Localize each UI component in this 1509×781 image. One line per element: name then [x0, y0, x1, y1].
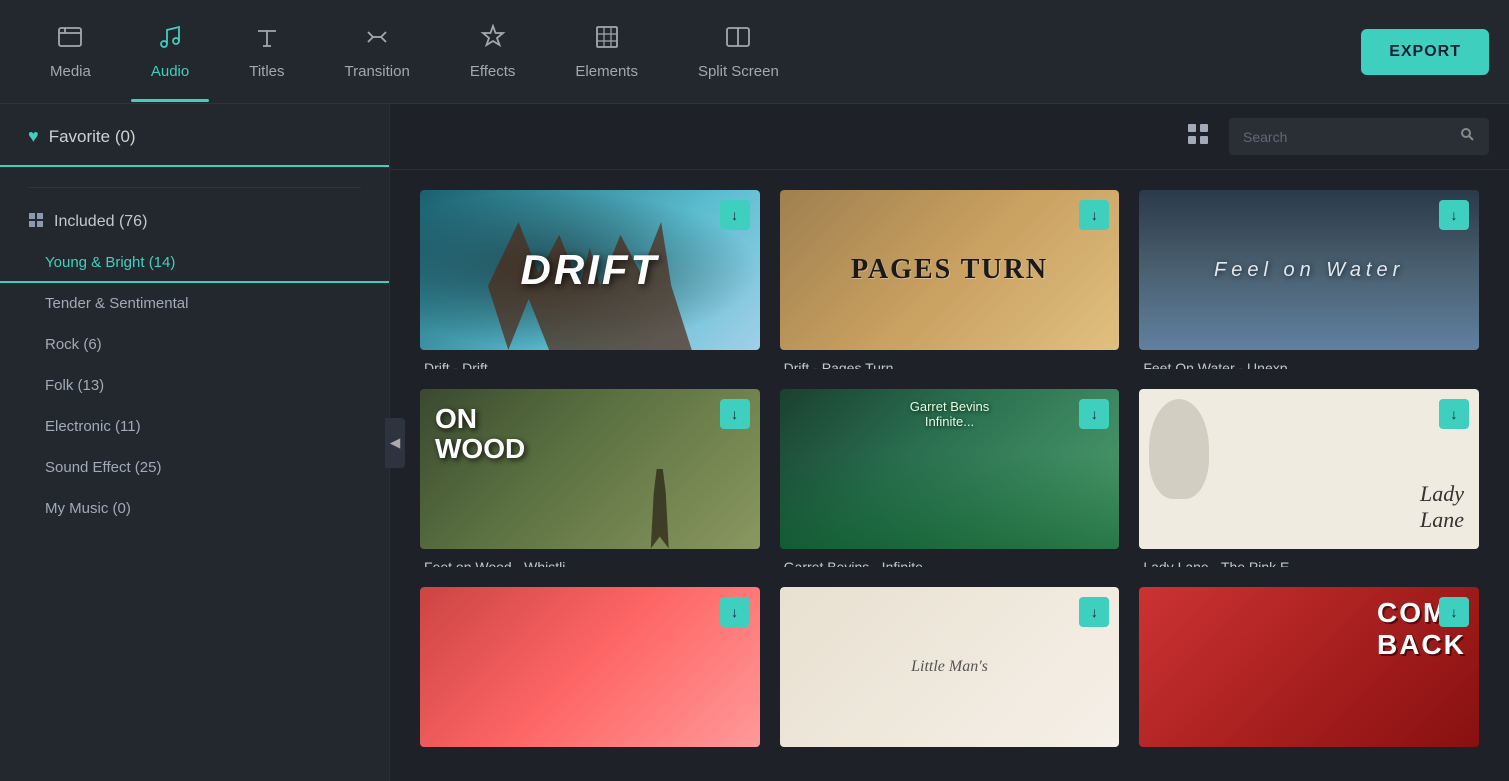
media-card-row3a[interactable]: ↓ — [420, 587, 760, 761]
on-wood-overlay-text: ONWOOD — [435, 404, 525, 466]
nav-label-splitscreen: Split Screen — [698, 63, 779, 80]
media-card-on-wood[interactable]: ONWOOD ↓ Feet on Wood - Whistli... — [420, 389, 760, 568]
download-badge-lady[interactable]: ↓ — [1439, 399, 1469, 429]
media-card-row3c[interactable]: COMEBACK ↓ — [1139, 587, 1479, 761]
drift-overlay-text: DRIFT — [420, 190, 760, 350]
lady-overlay-text: LadyLane — [1420, 481, 1464, 534]
grid-icon-sidebar — [28, 212, 44, 232]
nav-label-elements: Elements — [575, 63, 638, 80]
media-grid: DRIFT ↓ Drift - Drift PAGES TURN ↓ Drift… — [390, 170, 1509, 781]
card-title-feet-water: Feet On Water - Unexp... — [1139, 350, 1479, 369]
top-navigation: Media Audio Titles — [0, 0, 1509, 104]
download-badge-row3a[interactable]: ↓ — [720, 597, 750, 627]
effects-icon — [480, 24, 506, 55]
media-card-lady[interactable]: LadyLane ↓ Lady Lane - The Pink E... — [1139, 389, 1479, 568]
download-badge-garret[interactable]: ↓ — [1079, 399, 1109, 429]
favorite-label: Favorite (0) — [49, 127, 136, 147]
right-panel: DRIFT ↓ Drift - Drift PAGES TURN ↓ Drift… — [390, 104, 1509, 781]
media-card-feet-water[interactable]: Feel on Water ↓ Feet On Water - Unexp... — [1139, 190, 1479, 369]
garret-overlay-text: Garret BevinsInfinite... — [910, 399, 989, 429]
media-card-drift[interactable]: DRIFT ↓ Drift - Drift — [420, 190, 760, 369]
toolbar — [390, 104, 1509, 170]
included-label: Included (76) — [54, 213, 147, 231]
category-rock-label: Rock (6) — [45, 336, 102, 353]
nav-item-splitscreen[interactable]: Split Screen — [668, 14, 809, 90]
main-content: ♥ Favorite (0) Included (76) Young & Bri… — [0, 104, 1509, 781]
nav-item-titles[interactable]: Titles — [219, 14, 314, 90]
titles-icon — [254, 24, 280, 55]
category-young-label: Young & Bright (14) — [45, 254, 175, 271]
sidebar-divider — [28, 187, 361, 188]
search-icon — [1459, 126, 1475, 147]
category-sound-label: Sound Effect (25) — [45, 459, 161, 476]
nav-label-titles: Titles — [249, 63, 284, 80]
row3b-overlay-text: Little Man's — [780, 587, 1120, 747]
card-title-row3b — [780, 747, 1120, 761]
sidebar-favorite[interactable]: ♥ Favorite (0) — [0, 104, 389, 167]
feet-water-overlay-text: Feel on Water — [1139, 190, 1479, 350]
elements-icon — [594, 24, 620, 55]
sidebar-collapse-button[interactable]: ◀ — [385, 418, 405, 468]
category-electronic-label: Electronic (11) — [45, 418, 141, 435]
grid-view-button[interactable] — [1183, 119, 1213, 155]
sidebar-item-folk[interactable]: Folk (13) — [0, 365, 389, 406]
nav-item-media[interactable]: Media — [20, 14, 121, 90]
nav-label-transition: Transition — [345, 63, 410, 80]
transition-icon — [364, 24, 390, 55]
download-badge-row3b[interactable]: ↓ — [1079, 597, 1109, 627]
download-badge-on-wood[interactable]: ↓ — [720, 399, 750, 429]
collapse-icon: ◀ — [390, 435, 400, 451]
media-card-garret[interactable]: Garret BevinsInfinite... ↓ Garret Bevins… — [780, 389, 1120, 568]
download-badge-pages[interactable]: ↓ — [1079, 200, 1109, 230]
nav-item-audio[interactable]: Audio — [121, 14, 219, 90]
sidebar-included-header: Included (76) — [0, 198, 389, 242]
card-title-pages: Drift - Pages Turn — [780, 350, 1120, 369]
nav-item-transition[interactable]: Transition — [315, 14, 440, 90]
media-card-row3b[interactable]: Little Man's ↓ — [780, 587, 1120, 761]
download-badge-drift[interactable]: ↓ — [720, 200, 750, 230]
search-input[interactable] — [1243, 129, 1451, 145]
export-button[interactable]: EXPORT — [1361, 29, 1489, 75]
card-title-row3c — [1139, 747, 1479, 761]
nav-label-effects: Effects — [470, 63, 516, 80]
card-title-lady: Lady Lane - The Pink E... — [1139, 549, 1479, 568]
nav-label-audio: Audio — [151, 63, 189, 80]
download-badge-row3c[interactable]: ↓ — [1439, 597, 1469, 627]
splitscreen-icon — [725, 24, 751, 55]
category-folk-label: Folk (13) — [45, 377, 104, 394]
media-icon — [57, 24, 83, 55]
media-card-pages[interactable]: PAGES TURN ↓ Drift - Pages Turn — [780, 190, 1120, 369]
card-title-on-wood: Feet on Wood - Whistli... — [420, 549, 760, 568]
audio-icon — [157, 24, 183, 55]
card-title-row3a — [420, 747, 760, 761]
nav-label-media: Media — [50, 63, 91, 80]
category-mymusic-label: My Music (0) — [45, 500, 131, 517]
download-badge-feet-water[interactable]: ↓ — [1439, 200, 1469, 230]
sidebar-item-rock[interactable]: Rock (6) — [0, 324, 389, 365]
nav-item-effects[interactable]: Effects — [440, 14, 546, 90]
sidebar-item-young[interactable]: Young & Bright (14) — [0, 242, 389, 283]
nav-item-elements[interactable]: Elements — [545, 14, 668, 90]
pages-overlay-text: PAGES TURN — [780, 190, 1120, 350]
sidebar-item-sound[interactable]: Sound Effect (25) — [0, 447, 389, 488]
card-title-drift: Drift - Drift — [420, 350, 760, 369]
heart-icon: ♥ — [28, 126, 39, 147]
sidebar: ♥ Favorite (0) Included (76) Young & Bri… — [0, 104, 390, 781]
category-tender-label: Tender & Sentimental — [45, 295, 188, 312]
sidebar-item-mymusic[interactable]: My Music (0) — [0, 488, 389, 529]
search-bar — [1229, 118, 1489, 155]
sidebar-item-electronic[interactable]: Electronic (11) — [0, 406, 389, 447]
sidebar-item-tender[interactable]: Tender & Sentimental — [0, 283, 389, 324]
card-title-garret: Garret Bevins - Infinite ... — [780, 549, 1120, 568]
